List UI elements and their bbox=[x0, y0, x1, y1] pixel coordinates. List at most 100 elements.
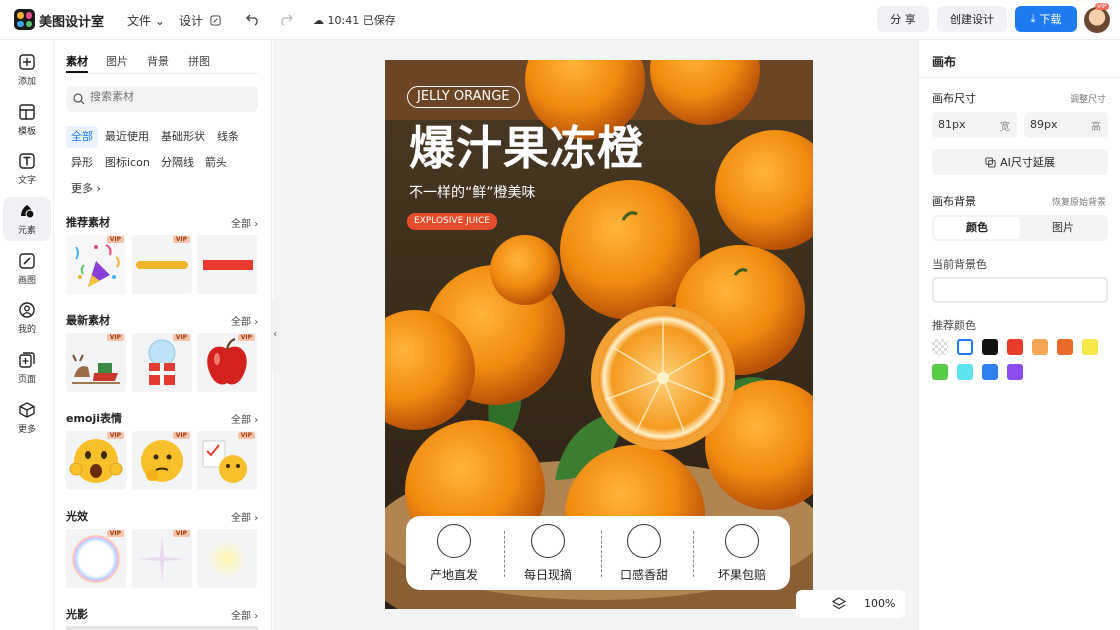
color-swatch[interactable] bbox=[1057, 339, 1073, 355]
layers-icon[interactable] bbox=[832, 597, 846, 611]
chevron-right-icon: › bbox=[254, 513, 259, 524]
rail-item-draw[interactable]: 画图 bbox=[3, 247, 51, 291]
tab-images[interactable]: 图片 bbox=[106, 53, 128, 69]
color-swatch[interactable] bbox=[982, 364, 998, 380]
create-design-button[interactable]: 创建设计 bbox=[937, 6, 1007, 32]
file-menu[interactable]: 文件 ⌄ bbox=[127, 12, 165, 29]
design-canvas-poster[interactable]: JELLY ORANGE 爆汁果冻橙 不一样的“鲜”橙美味 EXPLOSIVE … bbox=[385, 60, 813, 609]
color-swatch[interactable] bbox=[1007, 339, 1023, 355]
asset-thumb-sparkle[interactable]: VIP bbox=[132, 529, 192, 588]
ai-resize-button[interactable]: AI尺寸延展 bbox=[932, 149, 1108, 175]
asset-thumb-snow-globe-gift[interactable]: VIP bbox=[132, 333, 192, 392]
seg-image[interactable]: 图片 bbox=[1020, 217, 1106, 239]
seg-color[interactable]: 颜色 bbox=[934, 217, 1020, 239]
color-swatch[interactable] bbox=[1082, 339, 1098, 355]
asset-thumb-glow[interactable] bbox=[197, 529, 257, 588]
redo-icon[interactable] bbox=[279, 12, 293, 26]
vip-badge: VIP bbox=[106, 432, 124, 439]
divider bbox=[66, 73, 258, 74]
asset-thumb-emoji-thinking[interactable]: VIP bbox=[132, 431, 192, 490]
avatar[interactable] bbox=[1084, 7, 1110, 33]
rail-item-template[interactable]: 模板 bbox=[3, 98, 51, 142]
download-button[interactable]: ⤓ 下载 bbox=[1015, 6, 1077, 32]
avatar-vip-badge: VIP bbox=[1095, 3, 1109, 10]
chip-basic-shapes[interactable]: 基础形状 bbox=[156, 126, 210, 148]
chip-dividers[interactable]: 分隔线 bbox=[156, 152, 199, 174]
chip-irregular[interactable]: 异形 bbox=[66, 152, 98, 174]
app-title: 美图设计室 bbox=[39, 15, 105, 30]
poster-pill-label[interactable]: JELLY ORANGE bbox=[407, 86, 520, 108]
asset-thumb-emoji-checklist[interactable]: VIP bbox=[197, 431, 257, 490]
rail-item-mine[interactable]: 我的 bbox=[3, 296, 51, 340]
poster-badge[interactable]: EXPLOSIVE JUICE bbox=[407, 213, 497, 230]
height-field[interactable]: 89px 高 bbox=[1024, 112, 1108, 138]
see-all-link[interactable]: 全部 › bbox=[231, 607, 258, 622]
color-swatch[interactable] bbox=[982, 339, 998, 355]
rail-item-add[interactable]: 添加 bbox=[3, 48, 51, 92]
design-menu[interactable]: 设计 bbox=[179, 12, 221, 29]
chip-more[interactable]: 更多 › bbox=[66, 178, 106, 200]
asset-thumb-emoji-shocked[interactable]: VIP bbox=[66, 431, 126, 490]
text-icon bbox=[19, 153, 35, 169]
see-all-link[interactable]: 全部 › bbox=[231, 215, 258, 230]
width-field[interactable]: 81px 宽 bbox=[932, 112, 1017, 138]
asset-thumb-apple[interactable]: VIP bbox=[197, 333, 257, 392]
color-swatch[interactable] bbox=[957, 339, 973, 355]
see-all-link[interactable]: 全部 › bbox=[231, 509, 258, 524]
asset-thumb-sleigh[interactable]: VIP bbox=[66, 333, 126, 392]
chip-all[interactable]: 全部 bbox=[66, 126, 98, 148]
color-swatch[interactable] bbox=[932, 364, 948, 380]
design-menu-label: 设计 bbox=[179, 14, 204, 28]
pencil-icon bbox=[19, 253, 35, 269]
poster-tagline[interactable]: 不一样的“鲜”橙美味 bbox=[409, 182, 536, 202]
collapse-panel-handle[interactable]: ‹ bbox=[272, 300, 282, 370]
rail-item-pages[interactable]: 页面 bbox=[3, 346, 51, 390]
see-all-link[interactable]: 全部 › bbox=[231, 411, 258, 426]
rail-item-text[interactable]: 文字 bbox=[3, 147, 51, 191]
properties-panel: 画布 画布尺寸 调整尺寸 81px 宽 89px 高 AI尺寸延展 画布背景 恢… bbox=[918, 40, 1120, 630]
color-swatch[interactable] bbox=[1007, 364, 1023, 380]
template-icon bbox=[19, 104, 35, 120]
feature-item: 坏果包赔 bbox=[702, 524, 782, 583]
current-color-field[interactable] bbox=[932, 277, 1108, 303]
asset-thumb-confetti[interactable]: VIP bbox=[66, 235, 126, 294]
vip-badge: VIP bbox=[172, 236, 190, 243]
tab-backgrounds[interactable]: 背景 bbox=[147, 53, 169, 69]
plus-square-icon bbox=[19, 54, 35, 70]
zoom-level[interactable]: 100% bbox=[864, 597, 895, 610]
search-input[interactable] bbox=[90, 91, 250, 103]
chevron-left-icon: ‹ bbox=[273, 327, 278, 340]
asset-thumb-red-bar[interactable] bbox=[197, 235, 257, 294]
apple-icon bbox=[207, 338, 247, 385]
refund-icon bbox=[725, 524, 759, 558]
asset-thumb-brush-stroke[interactable]: VIP bbox=[132, 235, 192, 294]
poster-headline[interactable]: 爆汁果冻橙 bbox=[409, 112, 644, 178]
color-swatch[interactable] bbox=[957, 364, 973, 380]
undo-icon[interactable] bbox=[246, 12, 260, 26]
chevron-right-icon: › bbox=[254, 219, 259, 230]
feature-strip[interactable]: 产地直发 每日现摘 口感香甜 坏果包赔 bbox=[406, 516, 790, 590]
current-bg-label: 当前背景色 bbox=[932, 258, 987, 271]
section-title-latest: 最新素材 bbox=[66, 314, 110, 327]
chip-icons[interactable]: 图标icon bbox=[100, 152, 155, 174]
section-title-light-shadow: 光影 bbox=[66, 608, 88, 621]
chip-arrows[interactable]: 箭头 bbox=[200, 152, 232, 174]
see-all-link[interactable]: 全部 › bbox=[231, 313, 258, 328]
restore-bg-link[interactable]: 恢复原始背景 bbox=[1052, 195, 1106, 208]
rail-item-more[interactable]: 更多 bbox=[3, 396, 51, 440]
app-logo[interactable] bbox=[14, 9, 35, 30]
rail-item-elements[interactable]: 元素 bbox=[3, 197, 51, 241]
tab-materials[interactable]: 素材 bbox=[66, 53, 88, 69]
search-box[interactable] bbox=[66, 86, 258, 112]
color-swatch[interactable] bbox=[932, 339, 948, 355]
adjust-size-link[interactable]: 调整尺寸 bbox=[1070, 92, 1106, 105]
chip-lines[interactable]: 线条 bbox=[212, 126, 244, 148]
chip-recent[interactable]: 最近使用 bbox=[100, 126, 154, 148]
chevron-right-icon: › bbox=[254, 415, 259, 426]
reindeer-sleigh-icon bbox=[72, 354, 120, 384]
share-button[interactable]: 分 享 bbox=[877, 6, 929, 32]
color-swatch[interactable] bbox=[1032, 339, 1048, 355]
asset-thumb-bubble[interactable]: VIP bbox=[66, 529, 126, 588]
tab-collage[interactable]: 拼图 bbox=[188, 53, 210, 69]
see-all-label: 全部 bbox=[231, 317, 251, 328]
